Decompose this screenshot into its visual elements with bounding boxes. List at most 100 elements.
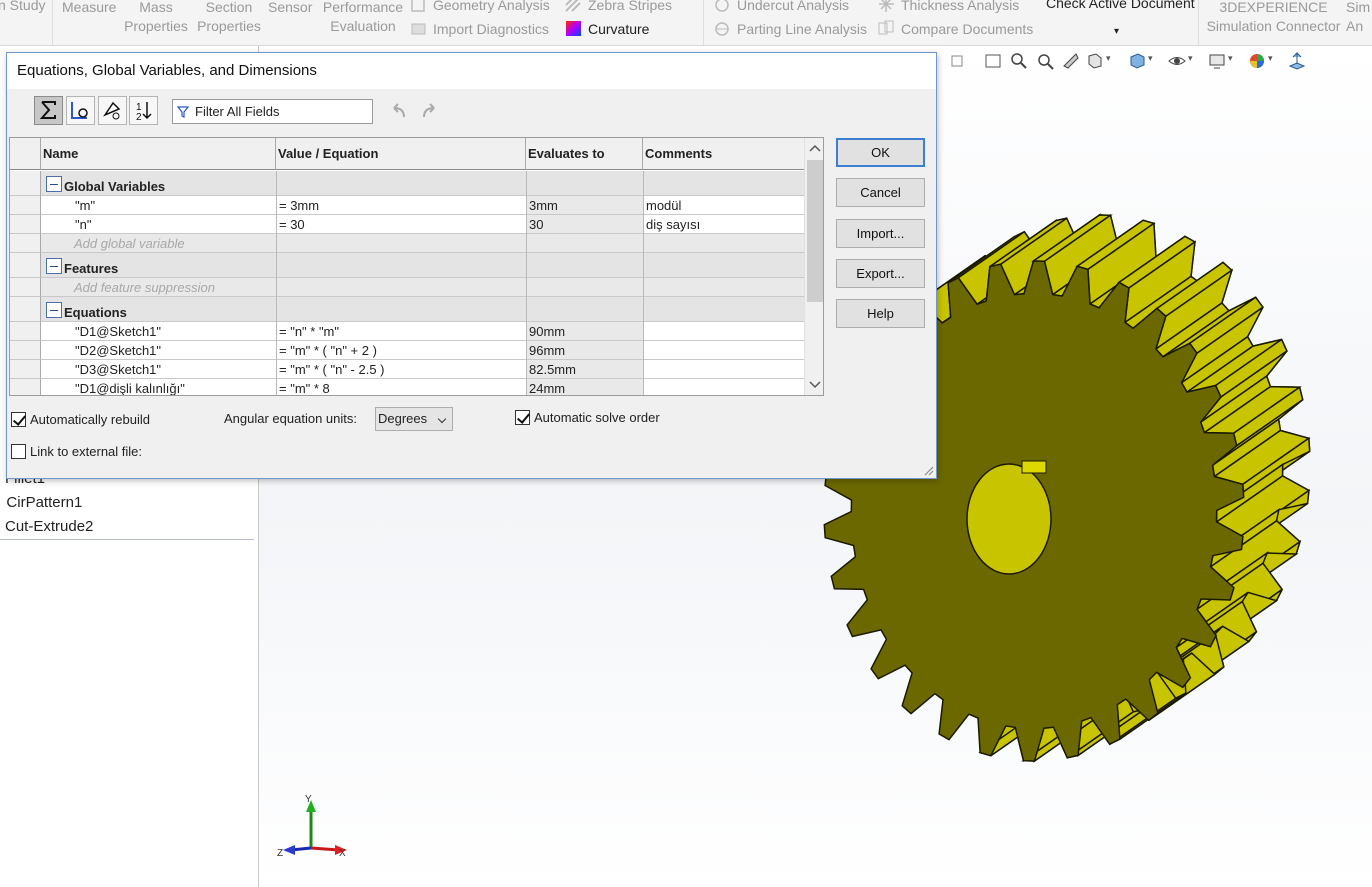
chevron-down-icon[interactable]: ▾ — [1148, 53, 1153, 64]
export-button[interactable]: Export... — [836, 259, 925, 288]
vertical-scrollbar[interactable] — [804, 138, 823, 395]
cell-value[interactable]: = 3mm — [277, 197, 319, 215]
row-selector[interactable] — [10, 322, 41, 341]
sim-button[interactable]: Sim An — [1346, 0, 1372, 36]
tree-item-cirpattern1[interactable]: │ CirPattern1 — [0, 494, 82, 511]
zebra-stripes-button[interactable]: Zebra Stripes — [565, 0, 672, 15]
view-selector-icon[interactable] — [1086, 52, 1104, 70]
curvature-button[interactable]: Curvature — [565, 20, 649, 39]
cell-name[interactable]: "D1@dişli kalınlığı" — [73, 380, 185, 395]
parting-line-analysis-button[interactable]: Parting Line Analysis — [714, 20, 867, 39]
collapse-icon[interactable] — [46, 258, 62, 274]
auto-solve-order-label[interactable]: Automatic solve order — [534, 410, 660, 425]
previous-view-icon[interactable] — [948, 52, 966, 70]
cell-name[interactable]: "n" — [73, 216, 91, 234]
zoom-to-fit-icon[interactable] — [984, 52, 1002, 70]
column-header-evaluates[interactable]: Evaluates to — [526, 138, 643, 170]
row-selector[interactable] — [10, 379, 41, 395]
column-header-value[interactable]: Value / Equation — [276, 138, 526, 170]
add-feature-suppression-prompt[interactable]: Add feature suppression — [74, 280, 215, 295]
simulation-connector-button[interactable]: 3DEXPERIENCE Simulation Connector — [1205, 0, 1342, 36]
row-selector[interactable] — [10, 278, 41, 297]
cell-comment[interactable]: diş sayısı — [644, 216, 700, 234]
cell-name[interactable]: "D3@Sketch1" — [73, 361, 161, 379]
redo-icon[interactable] — [420, 103, 440, 119]
angular-units-select[interactable]: Degrees — [375, 407, 453, 431]
mass-properties-button[interactable]: Mass Properties — [124, 0, 188, 36]
scroll-up-icon[interactable] — [809, 144, 821, 152]
add-global-variable-prompt[interactable]: Add global variable — [74, 236, 185, 251]
ok-button[interactable]: OK — [836, 138, 925, 167]
row-selector[interactable] — [10, 171, 41, 196]
link-external-label[interactable]: Link to external file: — [30, 444, 142, 459]
help-button[interactable]: Help — [836, 299, 925, 328]
scene-icon[interactable] — [1288, 52, 1306, 70]
cell-value[interactable]: = "m" * ( "n" - 2.5 ) — [277, 361, 385, 379]
section-properties-button[interactable]: Section Properties — [196, 0, 262, 36]
ordered-view-button[interactable]: 12 — [129, 96, 158, 125]
zoom-icon[interactable] — [1036, 52, 1054, 70]
column-header-name[interactable]: Name — [41, 138, 276, 170]
collapse-icon[interactable] — [46, 176, 62, 192]
auto-rebuild-checkbox[interactable] — [11, 412, 26, 427]
auto-solve-order-checkbox[interactable] — [515, 410, 530, 425]
hide-show-items-icon[interactable] — [1208, 52, 1226, 70]
view-orientation-icon[interactable] — [1128, 52, 1146, 70]
cell-value[interactable]: = "n" * "m" — [277, 323, 339, 341]
cell-name[interactable]: "m" — [73, 197, 95, 215]
row-selector[interactable] — [10, 297, 41, 322]
gear-bore[interactable] — [966, 463, 1052, 575]
geometry-analysis-label: Geometry Analysis — [433, 0, 550, 13]
cell-value[interactable]: = "m" * 8 — [277, 380, 330, 395]
link-external-checkbox[interactable] — [11, 444, 26, 459]
section-view-icon[interactable] — [1062, 52, 1080, 70]
tree-rollback-bar[interactable] — [0, 539, 254, 540]
sketch-equation-view-button[interactable] — [66, 96, 95, 125]
scroll-down-icon[interactable] — [809, 381, 821, 389]
table-row[interactable] — [41, 196, 804, 215]
cell-value[interactable]: = 30 — [277, 216, 305, 234]
import-diagnostics-button[interactable]: Import Diagnostics — [410, 20, 549, 39]
chevron-down-icon[interactable]: ▾ — [1188, 53, 1193, 64]
equation-view-button[interactable] — [34, 96, 63, 125]
display-style-icon[interactable] — [1168, 52, 1186, 70]
row-selector[interactable] — [10, 253, 41, 278]
undercut-analysis-button[interactable]: Undercut Analysis — [714, 0, 849, 15]
check-active-document-button[interactable]: Check Active Document — [1046, 0, 1195, 13]
cancel-button[interactable]: Cancel — [836, 178, 925, 207]
parting-line-analysis-label: Parting Line Analysis — [737, 21, 867, 37]
import-button[interactable]: Import... — [836, 219, 925, 248]
row-selector[interactable] — [10, 196, 41, 215]
row-selector[interactable] — [10, 360, 41, 379]
dimension-view-button[interactable] — [98, 96, 127, 125]
cell-value[interactable]: = "m" * ( "n" + 2 ) — [277, 342, 377, 360]
cell-name[interactable]: "D2@Sketch1" — [73, 342, 161, 360]
chevron-down-icon[interactable]: ▾ — [1106, 53, 1111, 64]
sensor-button[interactable]: Sensor — [268, 0, 312, 17]
collapse-icon[interactable] — [46, 302, 62, 318]
tree-item-cut-extrude2[interactable]: Cut-Extrude2 — [5, 518, 93, 535]
auto-rebuild-label[interactable]: Automatically rebuild — [30, 412, 150, 427]
cell-name[interactable]: "D1@Sketch1" — [73, 323, 161, 341]
thickness-analysis-icon — [879, 0, 894, 12]
cell-comment[interactable]: modül — [644, 197, 681, 215]
scrollbar-thumb[interactable] — [807, 160, 823, 302]
measure-button[interactable]: Measure — [62, 0, 116, 17]
row-selector[interactable] — [10, 234, 41, 253]
chevron-down-icon[interactable]: ▾ — [1114, 22, 1119, 41]
undo-icon[interactable] — [388, 103, 408, 119]
study-button[interactable]: n Study — [0, 0, 45, 15]
row-selector[interactable] — [10, 341, 41, 360]
appearance-icon[interactable] — [1248, 52, 1266, 70]
chevron-down-icon[interactable]: ▾ — [1268, 53, 1273, 64]
chevron-down-icon[interactable]: ▾ — [1228, 53, 1233, 64]
filter-input[interactable]: Filter All Fields — [172, 99, 373, 124]
row-selector[interactable] — [10, 215, 41, 234]
compare-documents-button[interactable]: Compare Documents — [878, 20, 1033, 39]
column-header-comments[interactable]: Comments — [643, 138, 804, 170]
thickness-analysis-button[interactable]: Thickness Analysis — [878, 0, 1019, 15]
geometry-analysis-button[interactable]: Geometry Analysis — [410, 0, 550, 15]
resize-grip-icon[interactable] — [922, 464, 934, 476]
performance-evaluation-button[interactable]: Performance Evaluation — [322, 0, 404, 36]
zoom-to-area-icon[interactable] — [1010, 52, 1028, 70]
